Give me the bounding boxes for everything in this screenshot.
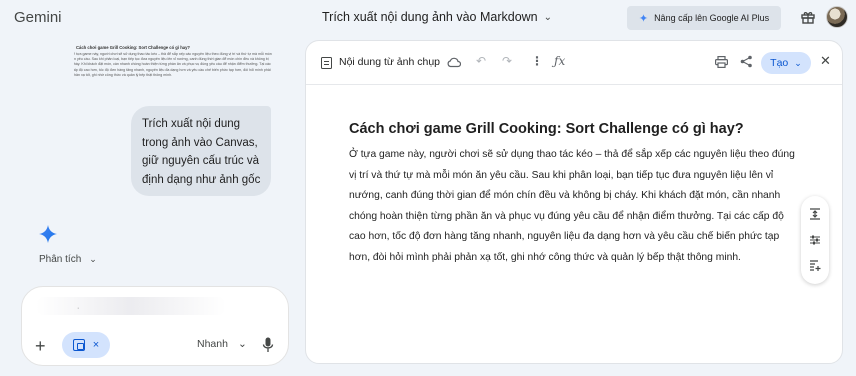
prompt-input-box[interactable]: · + × Nhanh ⌄ — [21, 286, 289, 366]
thumbnail-body: Ở tựa game này, người chơi sẽ sử dụng th… — [74, 52, 272, 77]
chevron-down-icon: ⌄ — [237, 338, 247, 350]
document-icon — [321, 57, 332, 69]
canvas-title[interactable]: Nội dung từ ảnh chụp — [339, 56, 440, 68]
thumbnail-title: Cách chơi game Grill Cooking: Sort Chall… — [76, 45, 190, 50]
document-paragraph: Ở tựa game này, người chơi sẽ sử dụng th… — [349, 149, 795, 263]
analysis-label: Phân tích — [39, 254, 82, 265]
avatar[interactable] — [826, 6, 848, 28]
brand-logo[interactable]: Gemini — [14, 9, 62, 26]
function-icon[interactable]: ƒx — [554, 54, 565, 68]
upgrade-button[interactable]: ✦ Nâng cấp lên Google AI Plus — [627, 6, 781, 30]
attached-image-thumbnail[interactable]: Cách chơi game Grill Cooking: Sort Chall… — [74, 45, 274, 99]
input-ghost-text: · — [77, 305, 80, 312]
document-heading: Cách chơi game Grill Cooking: Sort Chall… — [349, 121, 744, 137]
sparkle-icon: ✦ — [638, 12, 649, 25]
chevron-down-icon: ⌄ — [543, 11, 553, 23]
create-button[interactable]: Tạo ⌄ — [761, 52, 811, 74]
tune-icon[interactable] — [809, 234, 821, 246]
print-icon[interactable] — [715, 56, 728, 68]
share-icon[interactable] — [740, 55, 753, 68]
analysis-toggle[interactable]: Phân tích ⌄ — [39, 254, 97, 265]
align-top-icon[interactable] — [809, 208, 821, 220]
gemini-sparkle-icon — [39, 225, 57, 243]
more-vert-icon[interactable]: ⋮ — [531, 54, 543, 68]
canvas-tool-chip[interactable]: × — [62, 332, 110, 358]
create-label: Tạo — [770, 57, 789, 69]
chip-close-icon[interactable]: × — [93, 339, 99, 351]
model-selector[interactable]: Nhanh ⌄ — [197, 338, 247, 350]
user-message: Trích xuất nội dung trong ảnh vào Canvas… — [131, 106, 271, 196]
close-icon[interactable]: ✕ — [820, 53, 831, 69]
canvas-icon — [72, 339, 85, 351]
chevron-down-icon: ⌄ — [89, 254, 97, 264]
chevron-down-icon: ⌄ — [794, 57, 802, 68]
add-attachment-button[interactable]: + — [35, 337, 46, 355]
redo-icon[interactable]: ↷ — [502, 54, 512, 68]
model-label: Nhanh — [197, 338, 228, 350]
conversation-title-dropdown[interactable]: Trích xuất nội dung ảnh vào Markdown ⌄ — [322, 10, 552, 24]
add-comment-icon[interactable] — [809, 260, 821, 272]
microphone-icon[interactable] — [262, 337, 274, 353]
undo-icon[interactable]: ↶ — [476, 54, 486, 68]
upgrade-label: Nâng cấp lên Google AI Plus — [654, 13, 770, 23]
input-shimmer — [36, 297, 226, 315]
chat-panel: Cách chơi game Grill Cooking: Sort Chall… — [0, 36, 298, 376]
canvas-toolbar: Nội dung từ ảnh chụp ↶ ↷ ⋮ ƒx Tạo ⌄ ✕ — [306, 41, 842, 85]
gift-icon[interactable] — [800, 9, 816, 25]
canvas-panel: Nội dung từ ảnh chụp ↶ ↷ ⋮ ƒx Tạo ⌄ ✕ Cá… — [305, 40, 843, 364]
cloud-icon[interactable] — [447, 56, 461, 68]
canvas-document[interactable]: Cách chơi game Grill Cooking: Sort Chall… — [349, 121, 799, 269]
conversation-title: Trích xuất nội dung ảnh vào Markdown — [322, 10, 538, 24]
edit-side-rail — [801, 196, 829, 284]
top-bar: Gemini Trích xuất nội dung ảnh vào Markd… — [0, 0, 856, 36]
